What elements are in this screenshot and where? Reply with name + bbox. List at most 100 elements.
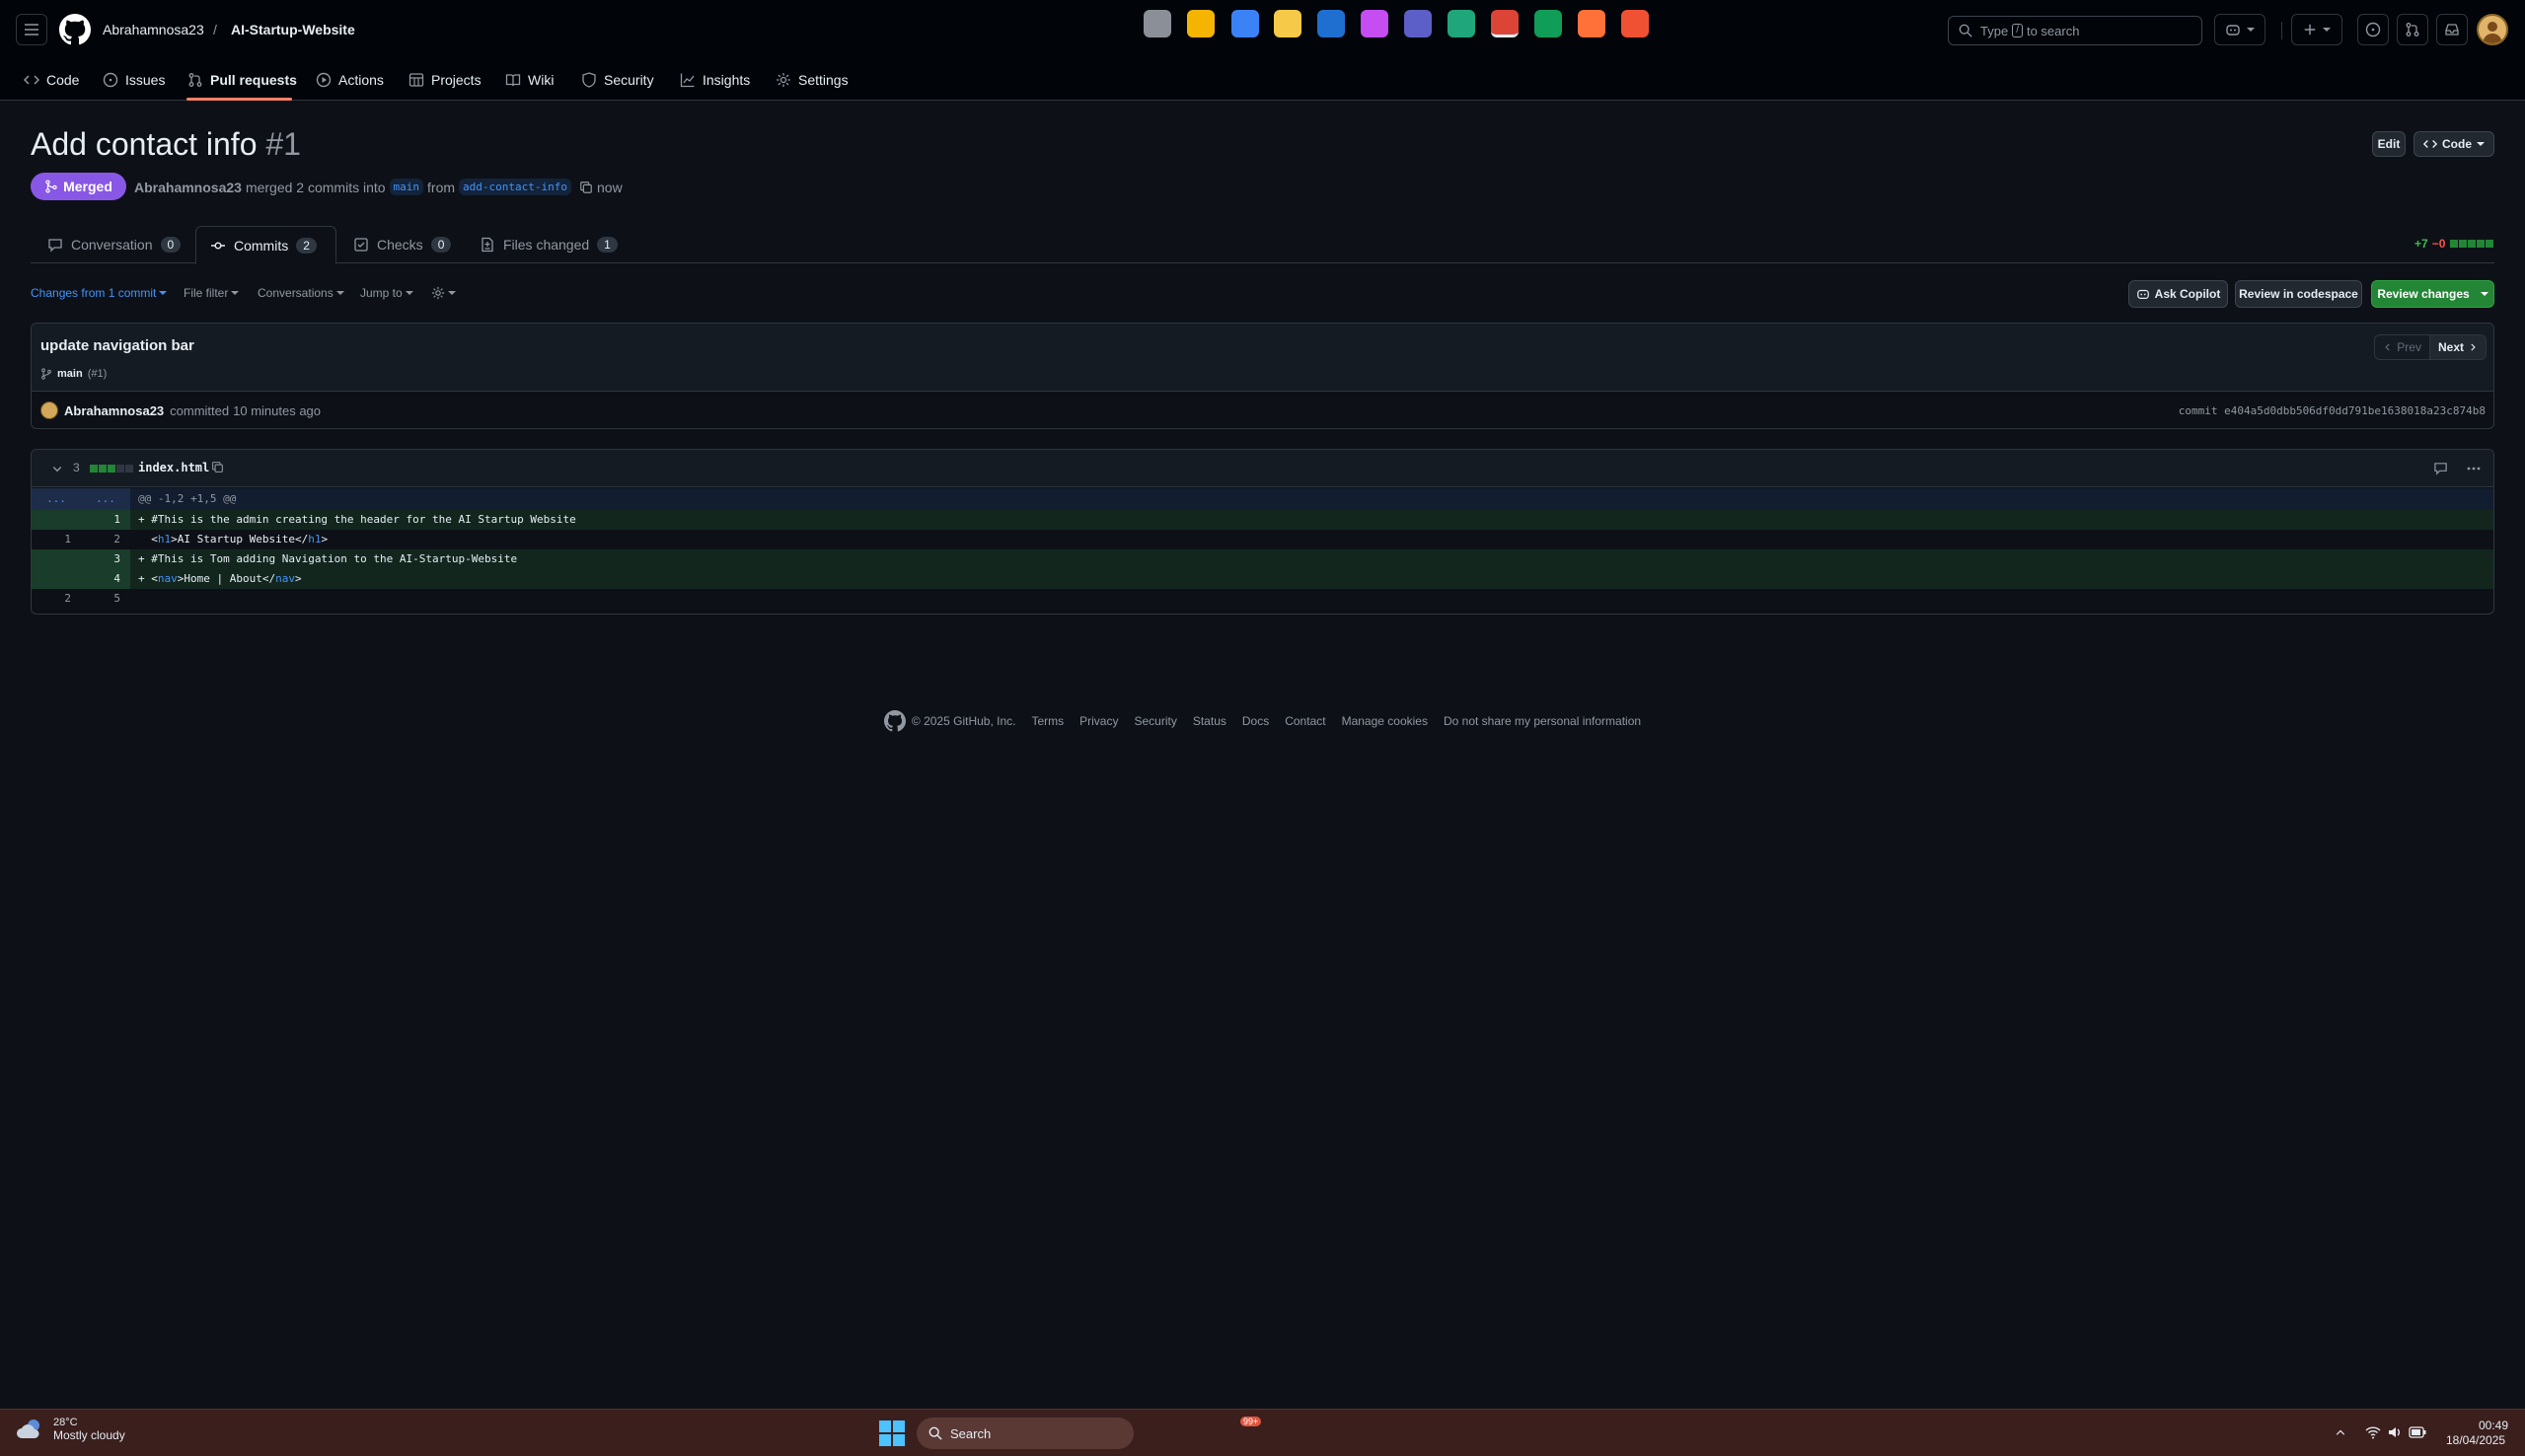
file-filter-dropdown[interactable]: File filter (184, 286, 240, 300)
breadcrumb-owner[interactable]: Abrahamnosa23 (103, 21, 204, 38)
expand-down-button[interactable]: ... (81, 488, 130, 510)
search-icon (928, 1426, 942, 1440)
merge-author-link[interactable]: Abrahamnosa23 (134, 180, 242, 195)
weather-widget[interactable]: 28°C Mostly cloudy (16, 1417, 125, 1442)
new-line-number[interactable]: 2 (81, 530, 130, 549)
old-line-number[interactable] (32, 569, 81, 589)
create-new-button[interactable] (2291, 14, 2342, 45)
code-icon (2423, 140, 2437, 148)
repo-nav-projects[interactable]: Projects (408, 65, 482, 95)
outlook-icon[interactable] (1317, 10, 1345, 37)
footer-link-terms[interactable]: Terms (1031, 714, 1064, 728)
footer-link-privacy[interactable]: Privacy (1079, 714, 1118, 728)
diff-settings-dropdown[interactable] (431, 286, 456, 300)
battery-icon[interactable] (2409, 1426, 2426, 1438)
old-line-number[interactable] (32, 549, 81, 569)
old-line-number[interactable] (32, 510, 81, 530)
chrome-icon[interactable] (1491, 10, 1519, 37)
comment-icon[interactable] (2433, 461, 2448, 475)
teams-icon[interactable] (1404, 10, 1432, 37)
menu-button[interactable] (16, 14, 47, 45)
file-diff: 3 index.html ... ... @@ -1,2 +1,5 @@ 1 +… (31, 449, 2494, 615)
review-in-codespace-button[interactable]: Review in codespace (2235, 280, 2362, 308)
chevron-right-icon (2471, 343, 2476, 351)
taskbar-search[interactable]: Search (917, 1418, 1134, 1449)
tab-label: Checks (377, 237, 423, 253)
copilot-button[interactable] (2214, 14, 2265, 45)
clock-time[interactable]: 00:49 (2479, 1419, 2508, 1432)
todo-app-icon[interactable] (1231, 10, 1259, 37)
clock-date[interactable]: 18/04/2025 (2446, 1433, 2505, 1447)
pull-requests-button[interactable] (2397, 14, 2428, 45)
commit-branch-name[interactable]: main (57, 368, 83, 380)
volume-icon[interactable] (2387, 1425, 2403, 1439)
code-dropdown-button[interactable]: Code (2414, 131, 2494, 157)
old-line-number[interactable]: 2 (32, 589, 81, 609)
commit-sha-value[interactable]: e404a5d0dbb506df0dd791be1638018a23c874b8 (2224, 404, 2486, 417)
head-branch-label[interactable]: add-contact-info (459, 179, 572, 195)
tab-files-changed[interactable]: Files changed 1 (466, 226, 631, 263)
footer-link-contact[interactable]: Contact (1285, 714, 1325, 728)
new-line-number[interactable]: 4 (81, 569, 130, 589)
ask-copilot-button[interactable]: Ask Copilot (2128, 280, 2228, 308)
commit-author-link[interactable]: Abrahamnosa23 (64, 403, 164, 418)
git-app-icon[interactable] (1621, 10, 1649, 37)
kebab-horizontal-icon[interactable] (2466, 461, 2482, 476)
new-line-number[interactable]: 3 (81, 549, 130, 569)
repo-nav-pull-requests[interactable]: Pull requests (187, 65, 297, 95)
file-explorer-icon[interactable] (1274, 10, 1301, 37)
conversations-dropdown[interactable]: Conversations (258, 286, 344, 300)
base-branch-label[interactable]: main (389, 179, 424, 195)
tab-conversation[interactable]: Conversation 0 (34, 226, 194, 263)
repo-nav-code[interactable]: Code (24, 65, 79, 95)
wifi-icon[interactable] (2365, 1425, 2381, 1439)
github-logo[interactable] (59, 14, 91, 45)
footer-link-manage-cookies[interactable]: Manage cookies (1342, 714, 1428, 728)
inbox-button[interactable] (2436, 14, 2468, 45)
next-commit-button[interactable]: Next (2429, 335, 2486, 359)
footer-link-status[interactable]: Status (1193, 714, 1226, 728)
new-line-number[interactable]: 1 (81, 510, 130, 530)
copy-icon[interactable] (579, 181, 593, 194)
repo-nav-actions[interactable]: Actions (316, 65, 384, 95)
active-tab-underline (186, 98, 292, 101)
copy-icon[interactable] (211, 461, 224, 473)
footer-link-docs[interactable]: Docs (1242, 714, 1269, 728)
chevron-down-icon[interactable] (51, 463, 63, 474)
github-mark-icon[interactable] (883, 710, 906, 732)
copilot-app-icon[interactable] (1361, 10, 1388, 37)
repo-nav-settings[interactable]: Settings (776, 65, 849, 95)
old-line-number[interactable]: 1 (32, 530, 81, 549)
repo-nav-wiki[interactable]: Wiki (505, 65, 554, 95)
file-name[interactable]: index.html (138, 461, 209, 474)
user-avatar[interactable] (2477, 14, 2508, 45)
footer-link-do-not-share[interactable]: Do not share my personal information (1444, 714, 1641, 728)
edit-button[interactable]: Edit (2372, 131, 2406, 157)
expand-up-button[interactable]: ... (32, 488, 81, 510)
repo-nav-issues[interactable]: Issues (103, 65, 165, 95)
repo-nav-insights[interactable]: Insights (680, 65, 750, 95)
firefox-icon[interactable] (1578, 10, 1605, 37)
microsoft-store-icon[interactable] (1187, 10, 1215, 37)
new-line-number[interactable]: 5 (81, 589, 130, 609)
edge-icon[interactable] (1448, 10, 1475, 37)
tab-commits[interactable]: Commits 2 (195, 226, 336, 264)
commit-author-avatar[interactable] (40, 401, 58, 419)
footer-link-security[interactable]: Security (1134, 714, 1176, 728)
start-button[interactable] (879, 1420, 905, 1446)
issues-button[interactable] (2357, 14, 2389, 45)
task-view-icon[interactable] (1144, 10, 1171, 37)
chevron-up-icon[interactable] (2335, 1426, 2346, 1438)
repo-nav-security[interactable]: Security (581, 65, 654, 95)
prev-commit-button[interactable]: Prev (2375, 335, 2430, 359)
changes-from-label: Changes from 1 commit (31, 286, 157, 300)
search-input[interactable]: Type / to search (1948, 16, 2202, 45)
chrome-profile-icon[interactable] (1534, 10, 1562, 37)
tab-checks[interactable]: Checks 0 (339, 226, 465, 263)
review-changes-button[interactable]: Review changes (2371, 280, 2494, 308)
jump-to-dropdown[interactable]: Jump to (360, 286, 413, 300)
commit-pr-ref[interactable]: (#1) (88, 368, 108, 380)
changes-from-dropdown[interactable]: Changes from 1 commit (31, 286, 168, 300)
breadcrumb-repo[interactable]: AI-Startup-Website (231, 21, 355, 38)
